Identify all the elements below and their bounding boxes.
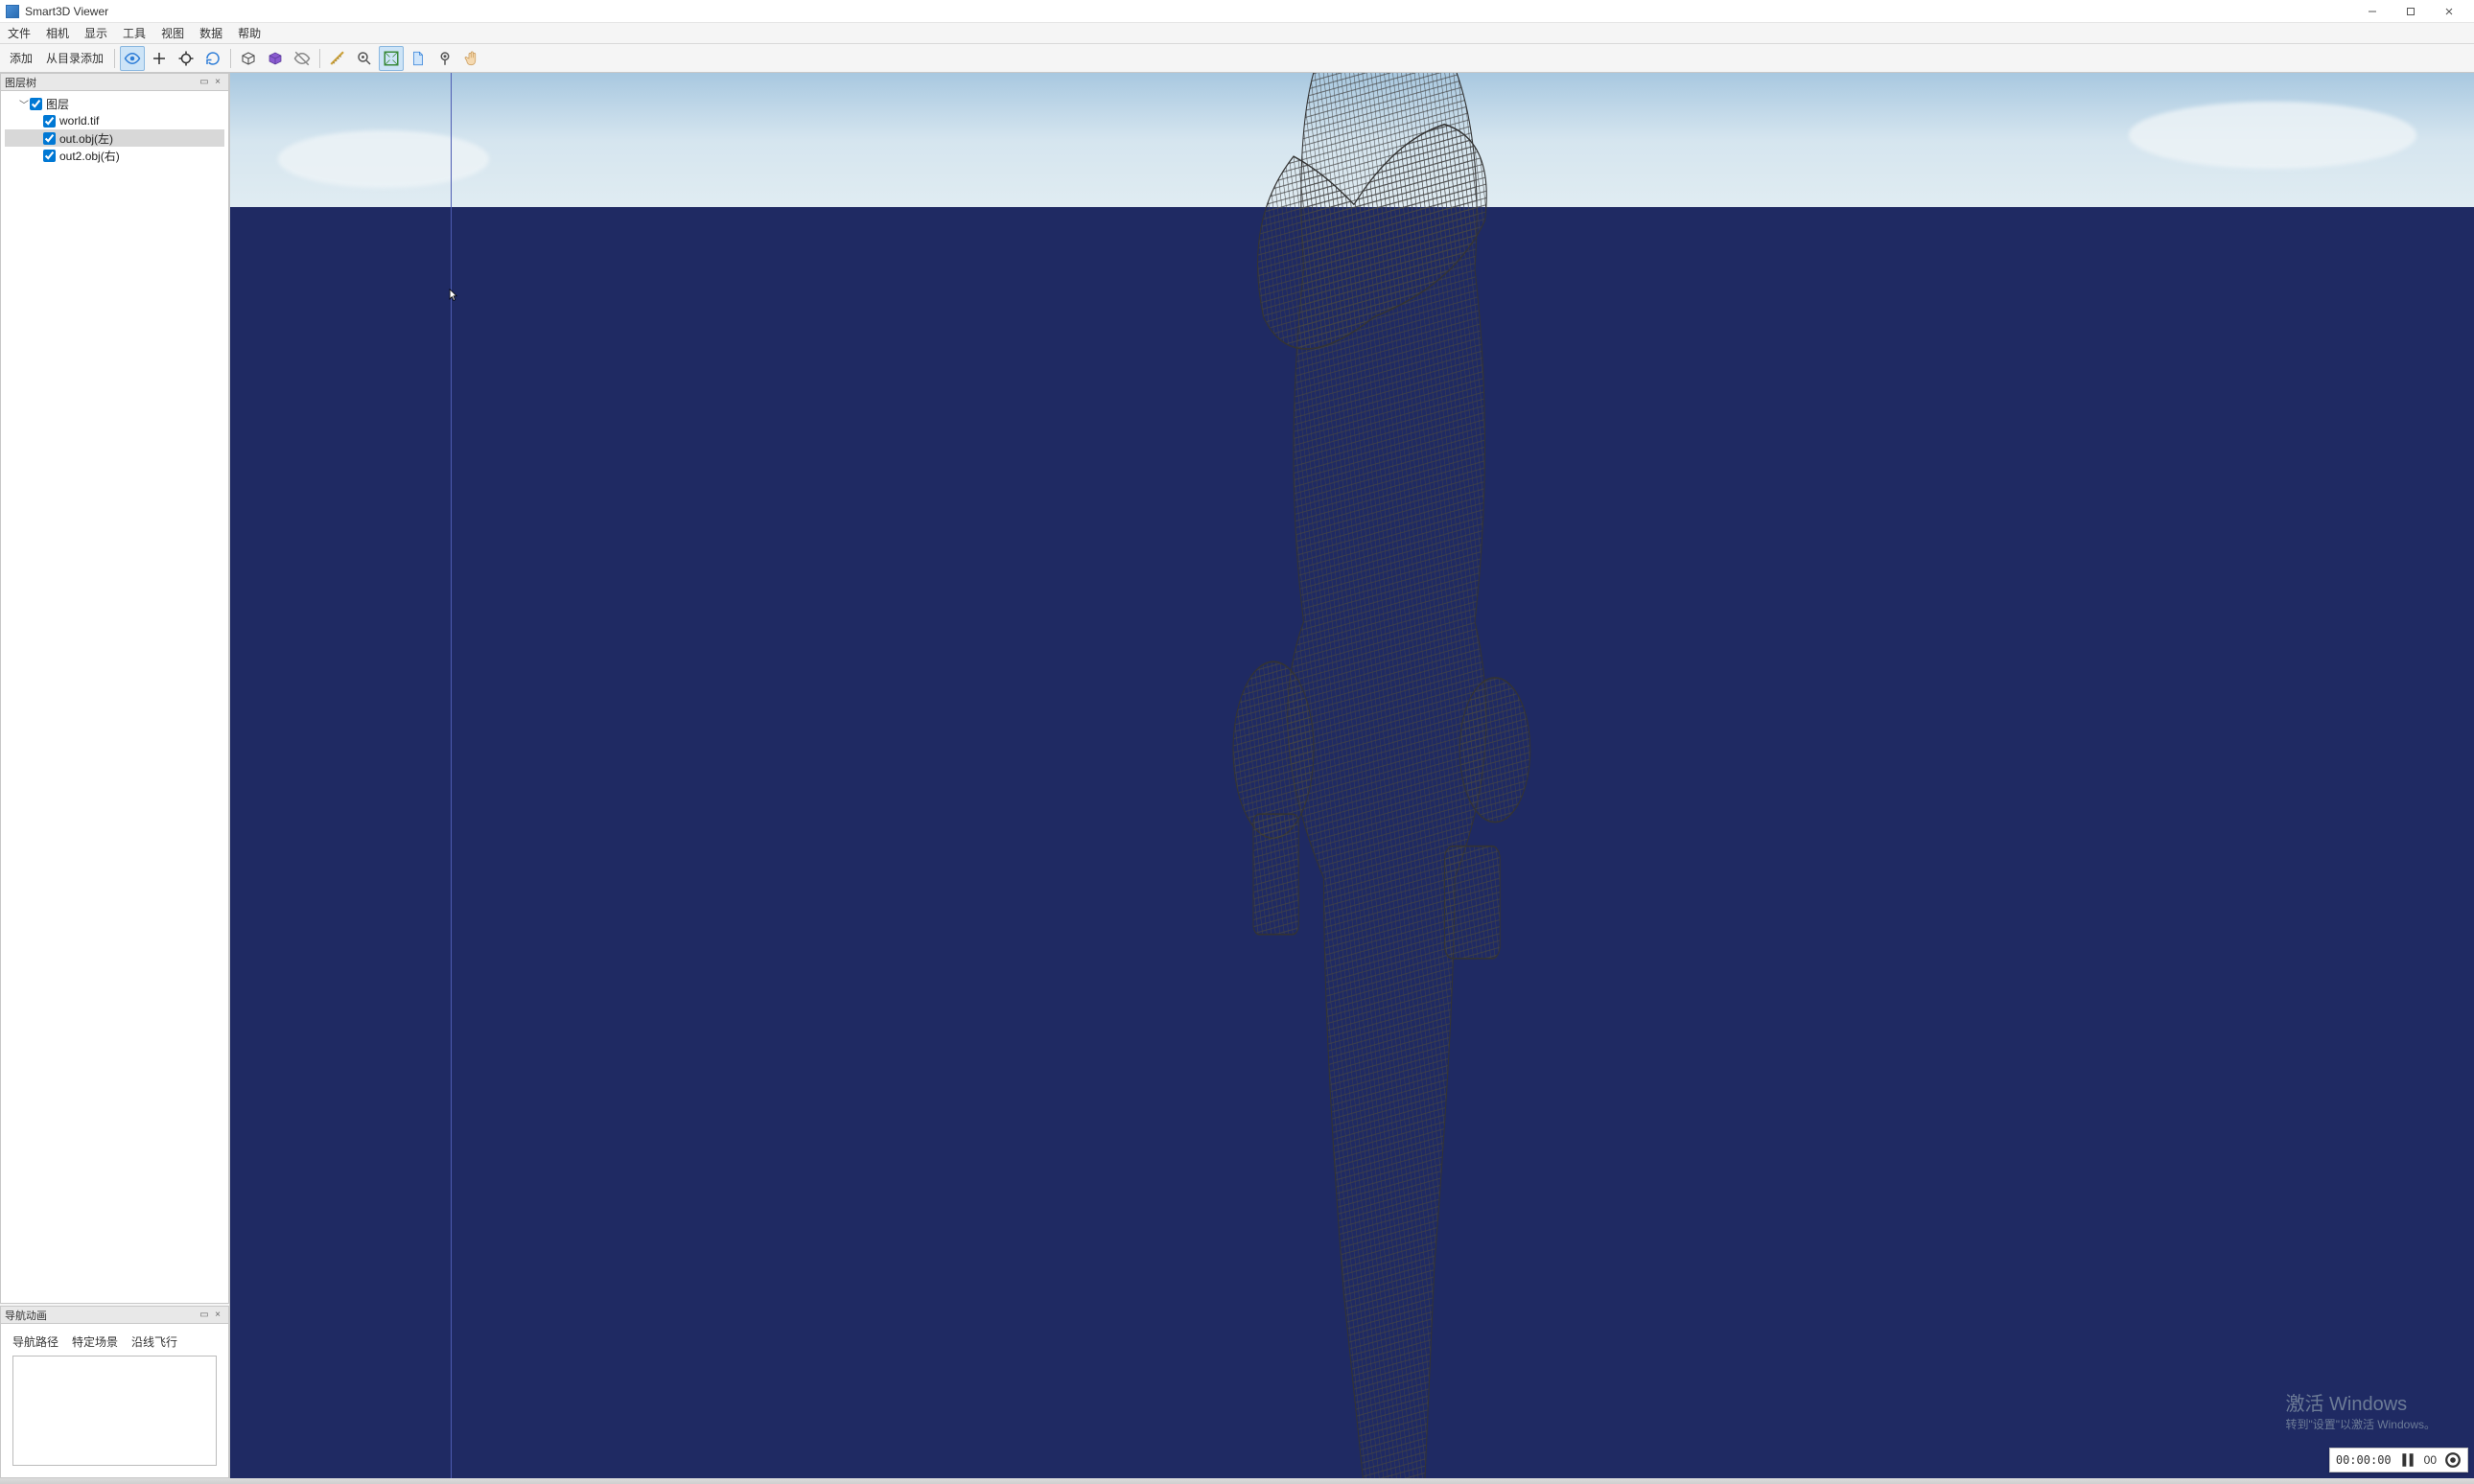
fit-view-icon[interactable] bbox=[379, 46, 404, 71]
vertical-axis-line bbox=[451, 73, 452, 1478]
layer-tree[interactable]: ﹀ 图层 world.tif out.obj(左) out2.obj bbox=[1, 91, 228, 1303]
tree-item-label: out.obj(左) bbox=[59, 130, 113, 147]
nav-tabs: 导航路径 特定场景 沿线飞行 bbox=[5, 1328, 224, 1352]
toolbar-add-from-dir[interactable]: 从目录添加 bbox=[40, 50, 109, 66]
cube-solid-icon[interactable] bbox=[263, 46, 288, 71]
tree-item-label: out2.obj(右) bbox=[59, 148, 120, 164]
recorder-time: 00:00:00 bbox=[2336, 1453, 2392, 1467]
menu-file[interactable]: 文件 bbox=[0, 23, 38, 43]
cursor-icon bbox=[449, 289, 458, 302]
separator bbox=[319, 49, 320, 68]
tree-item[interactable]: out.obj(左) bbox=[5, 129, 224, 147]
cube-wire-icon[interactable] bbox=[236, 46, 261, 71]
tree-item-checkbox[interactable] bbox=[43, 132, 56, 145]
refresh-icon[interactable] bbox=[200, 46, 225, 71]
nav-tab-flyline[interactable]: 沿线飞行 bbox=[131, 1333, 177, 1350]
navigation-panel-header: 导航动画 ▭ × bbox=[1, 1307, 228, 1324]
pin-icon[interactable] bbox=[432, 46, 457, 71]
menu-tools[interactable]: 工具 bbox=[115, 23, 153, 43]
menu-display[interactable]: 显示 bbox=[77, 23, 115, 43]
layers-panel-header: 图层树 ▭ × bbox=[1, 74, 228, 91]
menu-camera[interactable]: 相机 bbox=[38, 23, 77, 43]
screen-recorder-overlay[interactable]: 00:00:00 00 bbox=[2329, 1448, 2468, 1472]
hand-icon[interactable] bbox=[459, 46, 484, 71]
windows-activation-watermark: 激活 Windows 转到"设置"以激活 Windows。 bbox=[2285, 1388, 2436, 1432]
watermark-line1: 激活 Windows bbox=[2285, 1388, 2436, 1416]
separator bbox=[114, 49, 115, 68]
minimize-button[interactable] bbox=[2353, 0, 2392, 22]
panel-close-icon[interactable]: × bbox=[211, 1309, 224, 1322]
menu-view[interactable]: 视图 bbox=[153, 23, 192, 43]
tree-root-label: 图层 bbox=[46, 96, 69, 112]
target-icon[interactable] bbox=[174, 46, 198, 71]
navigation-panel-title: 导航动画 bbox=[5, 1308, 198, 1323]
document-icon[interactable] bbox=[406, 46, 431, 71]
tree-item[interactable]: world.tif bbox=[5, 112, 224, 129]
layers-panel: 图层树 ▭ × ﹀ 图层 world.tif bbox=[0, 73, 229, 1304]
plus-icon[interactable] bbox=[147, 46, 172, 71]
record-icon[interactable] bbox=[2444, 1451, 2462, 1469]
window-titlebar: Smart3D Viewer bbox=[0, 0, 2474, 23]
status-bar bbox=[0, 1478, 2474, 1484]
toolbar-add[interactable]: 添加 bbox=[4, 50, 38, 66]
eye-icon[interactable] bbox=[120, 46, 145, 71]
app-icon bbox=[6, 5, 19, 18]
tree-item-label: world.tif bbox=[59, 114, 99, 128]
ruler-icon[interactable] bbox=[325, 46, 350, 71]
mesh-wireframe bbox=[1173, 73, 1575, 1478]
separator bbox=[230, 49, 231, 68]
sidebar: 图层树 ▭ × ﹀ 图层 world.tif bbox=[0, 73, 230, 1478]
pause-icon[interactable] bbox=[2399, 1451, 2416, 1469]
menu-help[interactable]: 帮助 bbox=[230, 23, 268, 43]
navigation-panel: 导航动画 ▭ × 导航路径 特定场景 沿线飞行 bbox=[0, 1306, 229, 1478]
menu-bar: 文件 相机 显示 工具 视图 数据 帮助 bbox=[0, 23, 2474, 44]
panel-float-icon[interactable]: ▭ bbox=[198, 1309, 211, 1322]
tree-item-checkbox[interactable] bbox=[43, 115, 56, 128]
menu-data[interactable]: 数据 bbox=[192, 23, 230, 43]
window-title: Smart3D Viewer bbox=[25, 5, 2353, 18]
recorder-fps: 00 bbox=[2424, 1453, 2437, 1467]
nav-tab-path[interactable]: 导航路径 bbox=[12, 1333, 58, 1350]
toolbar: 添加 从目录添加 bbox=[0, 44, 2474, 73]
tree-item-checkbox[interactable] bbox=[43, 150, 56, 162]
panel-float-icon[interactable]: ▭ bbox=[198, 76, 211, 89]
zoom-in-icon[interactable] bbox=[352, 46, 377, 71]
tree-root-checkbox[interactable] bbox=[30, 98, 42, 110]
panel-close-icon[interactable]: × bbox=[211, 76, 224, 89]
chevron-down-icon[interactable]: ﹀ bbox=[18, 97, 30, 111]
maximize-button[interactable] bbox=[2392, 0, 2430, 22]
viewport-3d[interactable]: 激活 Windows 转到"设置"以激活 Windows。 00:00:00 0… bbox=[230, 73, 2474, 1478]
nav-tab-scene[interactable]: 特定场景 bbox=[72, 1333, 118, 1350]
tree-root[interactable]: ﹀ 图层 bbox=[5, 95, 224, 112]
hide-icon[interactable] bbox=[290, 46, 315, 71]
tree-item[interactable]: out2.obj(右) bbox=[5, 147, 224, 164]
watermark-line2: 转到"设置"以激活 Windows。 bbox=[2285, 1416, 2436, 1432]
close-button[interactable] bbox=[2430, 0, 2468, 22]
layers-panel-title: 图层树 bbox=[5, 75, 198, 90]
nav-list[interactable] bbox=[12, 1356, 217, 1466]
